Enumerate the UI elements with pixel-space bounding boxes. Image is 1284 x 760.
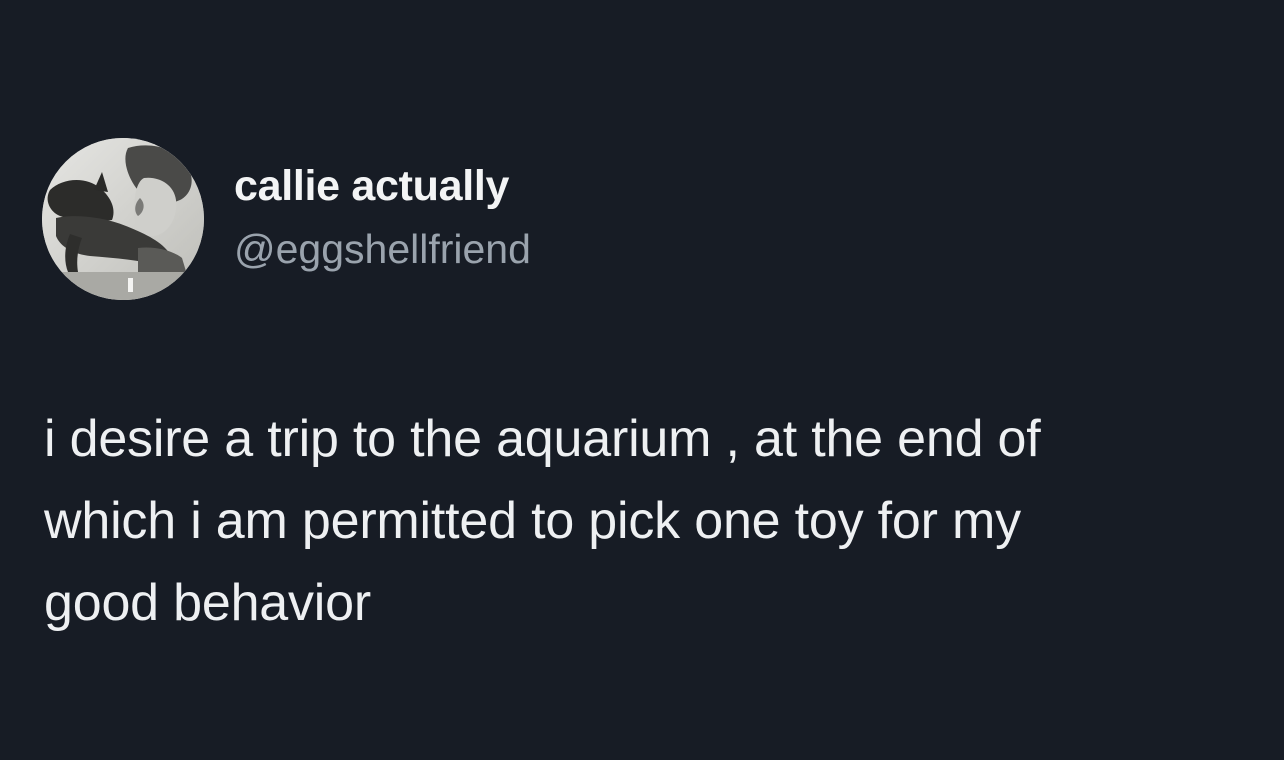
display-name[interactable]: callie actually <box>234 160 509 212</box>
avatar-photo-icon <box>42 138 204 300</box>
avatar[interactable] <box>42 138 204 300</box>
tweet-text: i desire a trip to the aquarium , at the… <box>44 410 1041 632</box>
user-handle[interactable]: @eggshellfriend <box>234 223 531 275</box>
tweet-card: callie actually @eggshellfriend i desire… <box>0 0 1284 760</box>
